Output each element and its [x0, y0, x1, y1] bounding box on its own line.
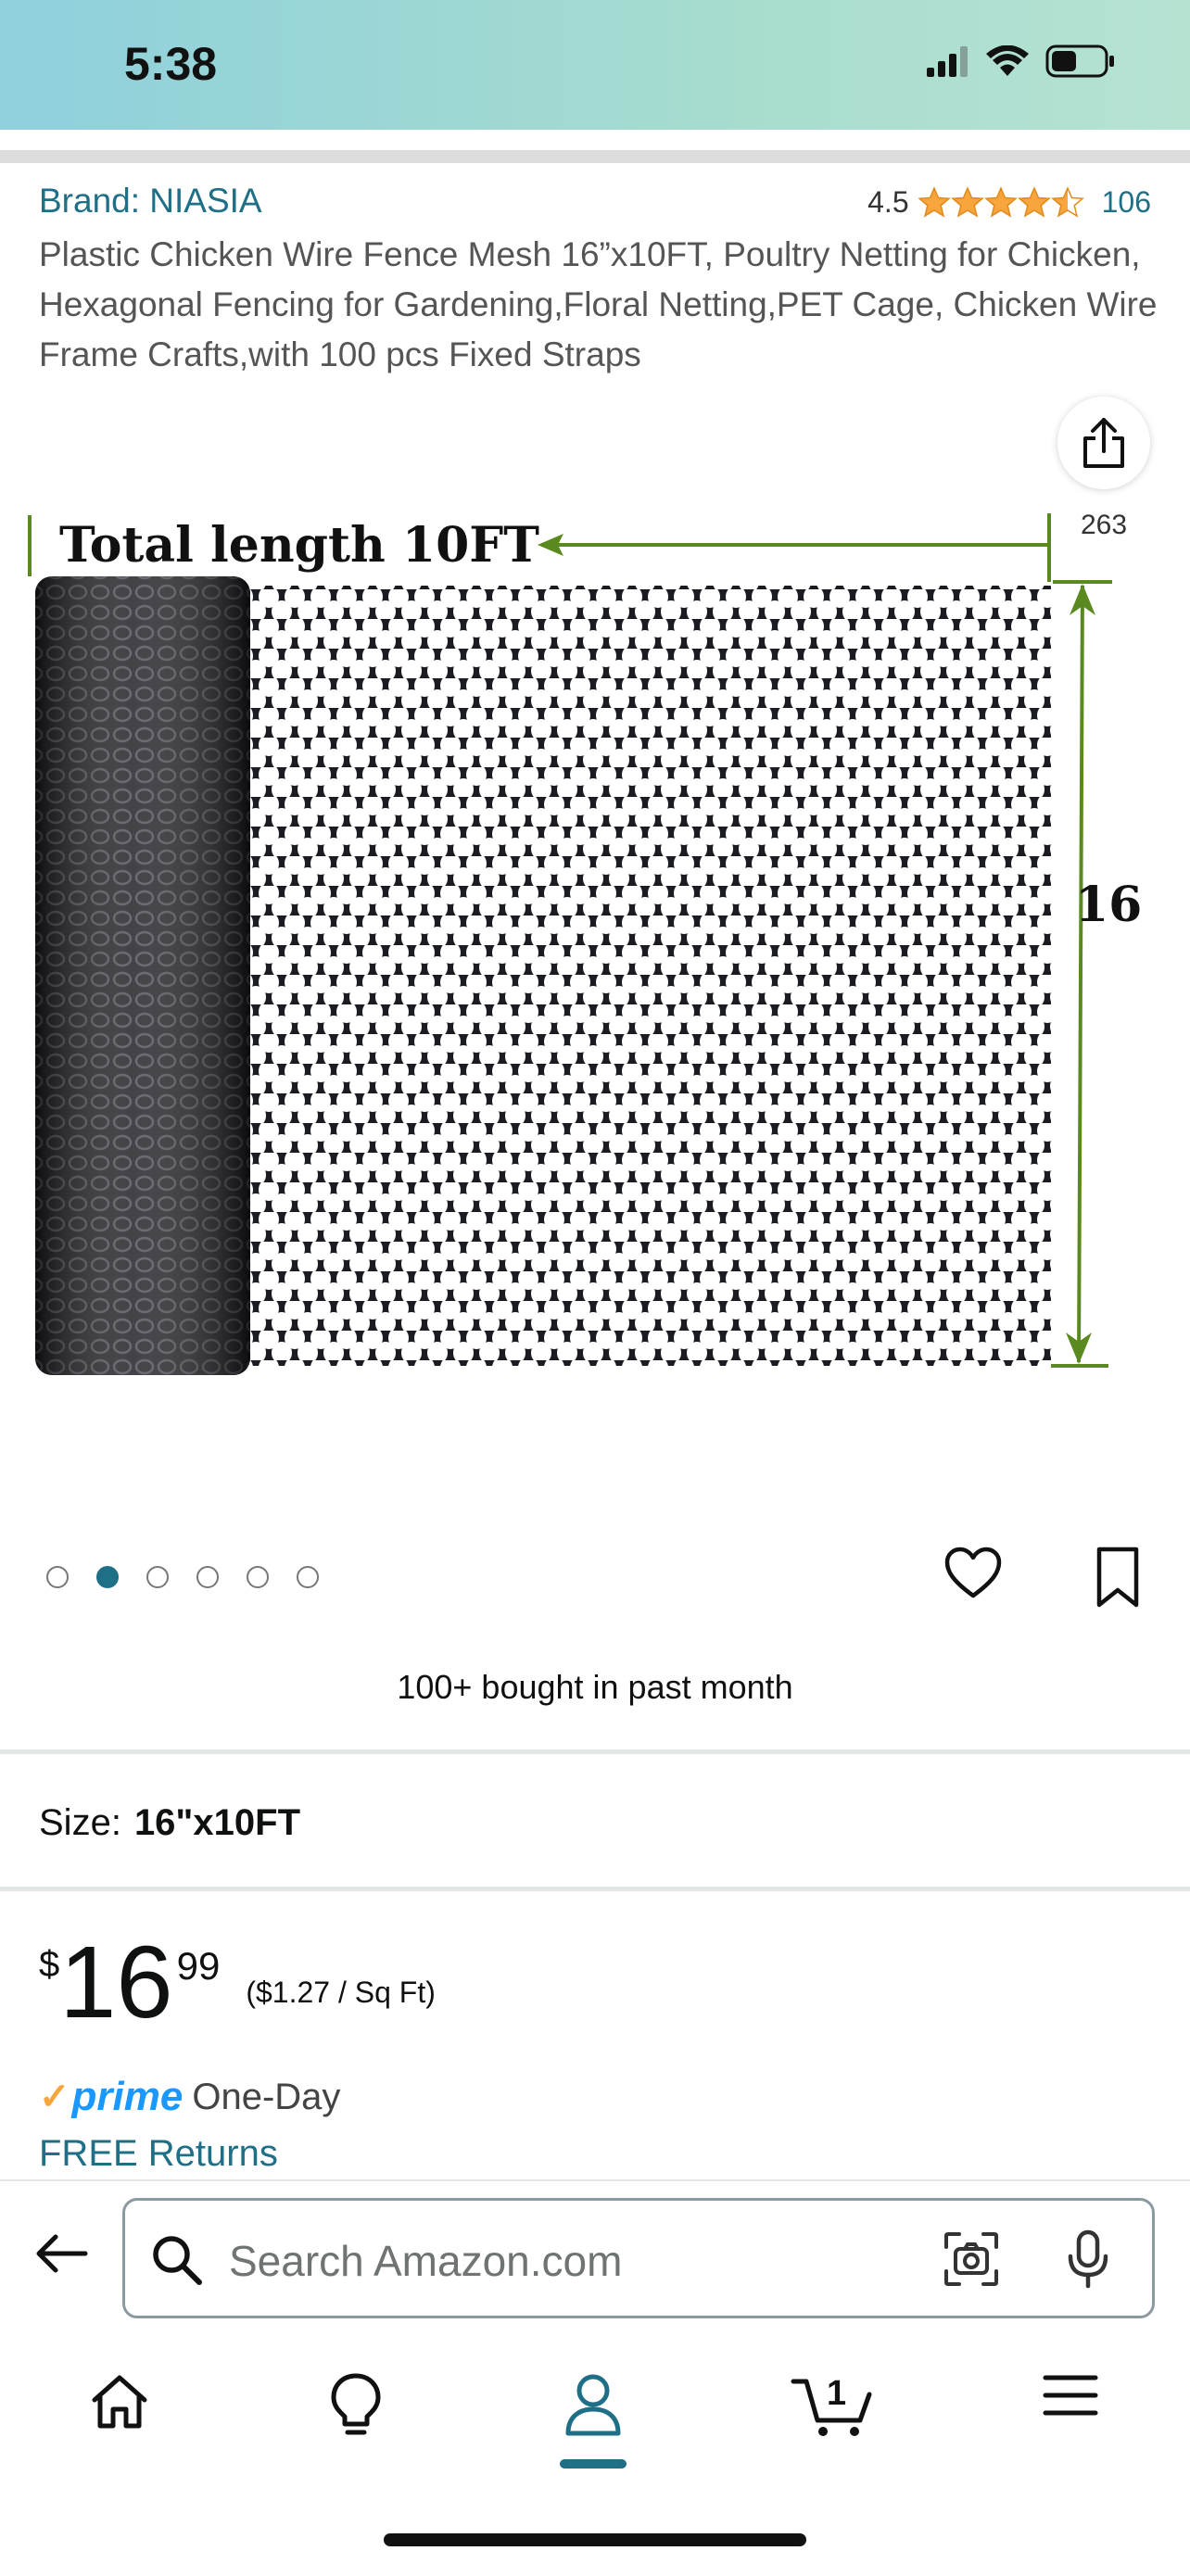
divider	[0, 1887, 1190, 1891]
divider	[0, 1749, 1190, 1754]
image-height-label: 16"	[1075, 877, 1144, 933]
microphone-icon[interactable]	[1065, 2229, 1111, 2290]
delivery-speed: One-Day	[192, 2076, 341, 2117]
back-arrow-icon[interactable]	[33, 2231, 89, 2276]
image-length-label: Total length 10FT	[59, 517, 539, 574]
size-label: Size:	[39, 1802, 121, 1843]
menu-icon[interactable]	[1042, 2372, 1099, 2418]
price-cents: 99	[176, 1944, 221, 1988]
image-carousel-dots[interactable]	[46, 1566, 319, 1588]
heart-icon[interactable]	[943, 1546, 1003, 1601]
signal-icon	[927, 46, 968, 77]
wifi-icon	[986, 45, 1029, 76]
carousel-dot[interactable]	[297, 1566, 319, 1588]
price-symbol: $	[39, 1944, 60, 1985]
bought-in-past-month: 100+ bought in past month	[397, 1668, 793, 1706]
carousel-dot[interactable]	[196, 1566, 219, 1588]
account-icon[interactable]	[563, 2372, 623, 2437]
carousel-dot[interactable]	[146, 1566, 169, 1588]
carousel-dot-active[interactable]	[96, 1566, 119, 1588]
brand-link[interactable]: Brand: NIASIA	[39, 182, 262, 221]
home-indicator[interactable]	[384, 2533, 806, 2546]
rating-summary[interactable]: 4.5 106	[867, 185, 1151, 220]
search-input[interactable]: Search Amazon.com	[229, 2236, 622, 2286]
bottom-nav	[0, 2372, 1190, 2469]
prime-check-icon: ✓	[39, 2077, 70, 2117]
review-count: 106	[1101, 185, 1151, 219]
bookmark-icon[interactable]	[1092, 1546, 1144, 1609]
search-icon	[153, 2236, 202, 2285]
star-rating-icon	[918, 186, 1083, 217]
lightbulb-icon[interactable]	[328, 2372, 384, 2437]
search-bar[interactable]: Search Amazon.com	[122, 2198, 1155, 2318]
prime-badge[interactable]: ✓ prime One-Day	[39, 2074, 340, 2120]
share-button[interactable]	[1057, 397, 1150, 489]
carousel-dot[interactable]	[247, 1566, 269, 1588]
price-block: $ 16 99 ($1.27 / Sq Ft)	[39, 1926, 436, 2039]
share-count: 263	[1080, 510, 1128, 540]
status-bar: 5:38	[0, 0, 1190, 130]
size-value: 16"x10FT	[133, 1802, 300, 1843]
account-active-indicator	[560, 2459, 627, 2469]
cart-count: 1	[827, 2374, 847, 2413]
product-title: Plastic Chicken Wire Fence Mesh 16”x10FT…	[39, 235, 1158, 373]
product-image[interactable]: Total length 10FT 16"	[22, 500, 1144, 1390]
size-selector[interactable]: Size: 16"x10FT	[39, 1802, 300, 1844]
share-icon	[1083, 418, 1124, 468]
top-divider	[0, 150, 1190, 163]
carousel-dot[interactable]	[46, 1566, 69, 1588]
unit-price: ($1.27 / Sq Ft)	[246, 1976, 436, 2009]
camera-search-icon[interactable]	[943, 2230, 1000, 2288]
status-time: 5:38	[124, 38, 218, 90]
price-whole: 16	[59, 1926, 173, 2039]
free-returns-link[interactable]: FREE Returns	[39, 2133, 278, 2175]
prime-logo: prime	[71, 2074, 184, 2119]
rating-value: 4.5	[867, 185, 909, 219]
battery-icon	[1045, 44, 1114, 78]
home-icon[interactable]	[89, 2372, 150, 2431]
